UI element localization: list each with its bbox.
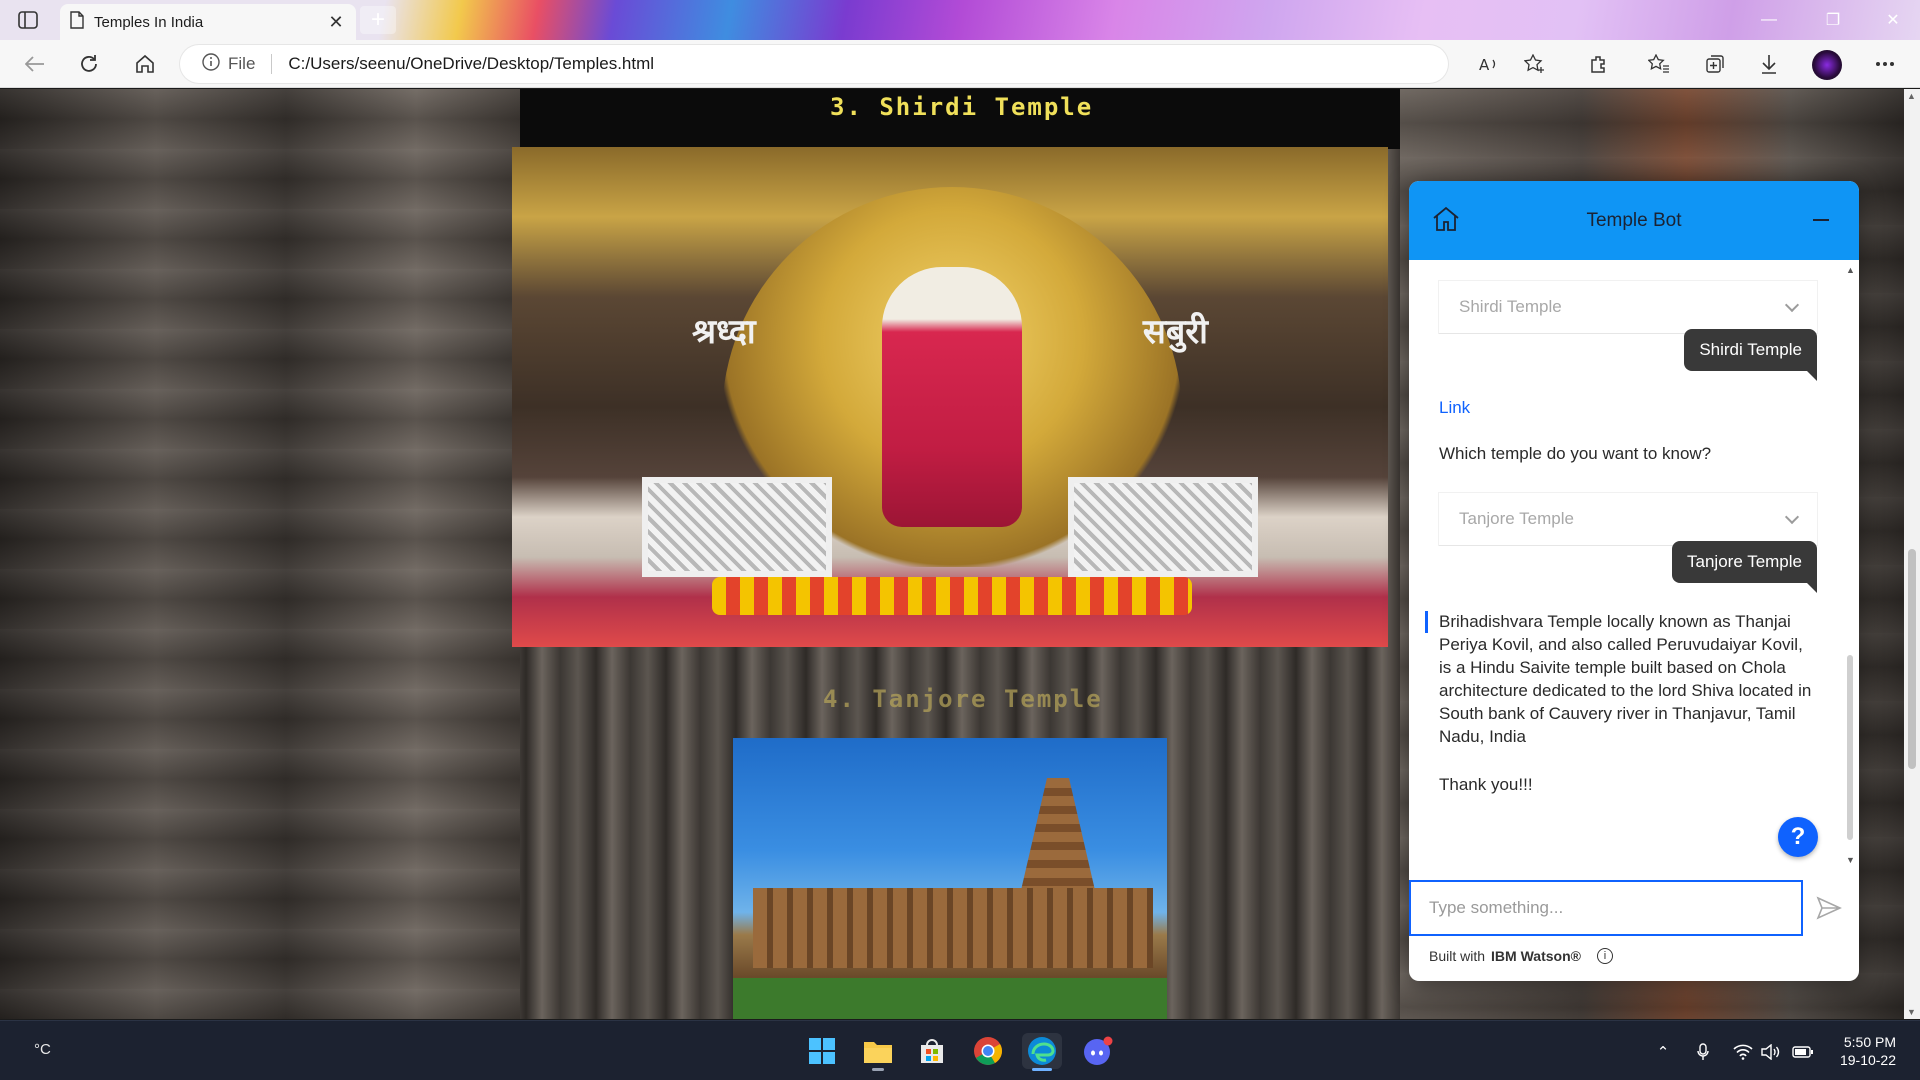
- close-window-button[interactable]: ✕: [1870, 0, 1916, 40]
- chat-scroll-thumb[interactable]: [1847, 655, 1853, 840]
- dropdown-value: Tanjore Temple: [1459, 509, 1574, 528]
- clock-date: 19-10-22: [1839, 1052, 1896, 1068]
- bot-message-indicator: [1425, 611, 1428, 633]
- address-url[interactable]: C:/Users/seenu/OneDrive/Desktop/Temples.…: [288, 54, 654, 74]
- scroll-up-icon[interactable]: ▲: [1907, 91, 1916, 101]
- temple-dropdown-2[interactable]: Tanjore Temple: [1439, 493, 1817, 545]
- shirdi-banner-right: सबुरी: [1142, 313, 1208, 351]
- chat-messages[interactable]: Shirdi Temple Shirdi Temple Link Which t…: [1409, 260, 1859, 861]
- refresh-icon[interactable]: [72, 48, 106, 80]
- downloads-icon[interactable]: [1754, 49, 1784, 79]
- weather-widget[interactable]: °C: [34, 1041, 51, 1058]
- more-menu-icon[interactable]: [1870, 49, 1900, 79]
- chevron-down-icon: [1784, 297, 1800, 313]
- chat-scroll-up-icon[interactable]: ▲: [1846, 265, 1855, 275]
- taskbar: °C ⌃ 5:50 PM 19-10-22: [0, 1020, 1920, 1080]
- shirdi-idol: [882, 267, 1022, 527]
- chat-footer: Built with IBM Watson® i: [1429, 948, 1613, 964]
- tanjore-base: [753, 888, 1153, 968]
- page-icon: [70, 10, 84, 34]
- temple-dropdown-1[interactable]: Shirdi Temple: [1439, 281, 1817, 333]
- bot-thanks: Thank you!!!: [1439, 775, 1533, 794]
- shirdi-banner-left: श्रध्दा: [692, 313, 756, 351]
- clock-time: 5:50 PM: [1843, 1034, 1896, 1050]
- running-indicator: [872, 1068, 884, 1071]
- footer-brand: IBM Watson®: [1491, 948, 1581, 964]
- info-icon[interactable]: i: [1596, 948, 1613, 964]
- tab-close-icon[interactable]: ✕: [326, 12, 346, 33]
- store-icon[interactable]: [912, 1033, 952, 1069]
- tanjore-temple-image: [733, 738, 1167, 1019]
- volume-icon[interactable]: [1758, 1039, 1784, 1065]
- send-icon[interactable]: [1816, 895, 1844, 923]
- chat-scroll-down-icon[interactable]: ▼: [1846, 855, 1855, 865]
- bot-question: Which temple do you want to know?: [1439, 444, 1712, 463]
- user-message: Tanjore Temple: [1672, 541, 1817, 593]
- bot-link[interactable]: Link: [1439, 398, 1470, 418]
- minimize-window-button[interactable]: —: [1746, 0, 1792, 40]
- shirdi-garland: [712, 577, 1192, 615]
- home-icon[interactable]: [128, 48, 162, 80]
- footer-prefix: Built with: [1429, 948, 1486, 964]
- system-clock[interactable]: 5:50 PM 19-10-22: [1840, 1033, 1896, 1069]
- new-tab-button[interactable]: +: [360, 6, 396, 34]
- shirdi-railing-right: [1068, 477, 1258, 577]
- scroll-down-icon[interactable]: ▼: [1907, 1007, 1916, 1017]
- browser-title-bar: Temples In India ✕ + — ❐ ✕: [0, 0, 1920, 40]
- tanjore-lawn: [733, 978, 1167, 1019]
- back-icon[interactable]: [18, 48, 52, 80]
- shirdi-railing-left: [642, 477, 832, 577]
- help-button[interactable]: ?: [1778, 817, 1818, 857]
- address-scheme-label: File: [228, 54, 256, 73]
- profile-avatar[interactable]: [1812, 50, 1842, 80]
- user-message: Shirdi Temple: [1684, 329, 1817, 381]
- collections-icon[interactable]: [1700, 49, 1730, 79]
- shirdi-temple-image: श्रध्दा सबुरी: [512, 147, 1388, 647]
- microphone-icon[interactable]: [1690, 1039, 1716, 1065]
- page-scrollbar[interactable]: ▲ ▼: [1904, 89, 1920, 1019]
- browser-tab[interactable]: Temples In India ✕: [60, 4, 356, 40]
- chevron-down-icon: [1784, 509, 1800, 525]
- dropdown-value: Shirdi Temple: [1459, 297, 1562, 316]
- active-indicator: [1032, 1068, 1052, 1071]
- favorites-icon[interactable]: [1644, 49, 1674, 79]
- tab-actions-icon[interactable]: [14, 8, 42, 32]
- address-divider: [271, 54, 273, 74]
- bot-answer: Brihadishvara Temple locally known as Th…: [1439, 612, 1812, 746]
- wifi-icon[interactable]: [1730, 1039, 1756, 1065]
- svg-text:A: A: [1479, 56, 1490, 73]
- read-aloud-icon[interactable]: A: [1474, 49, 1504, 79]
- temple-background-left: [0, 89, 520, 1019]
- info-icon[interactable]: [202, 52, 220, 76]
- chat-input[interactable]: [1429, 898, 1783, 918]
- chat-home-icon[interactable]: [1431, 205, 1463, 237]
- chat-input-box[interactable]: [1409, 880, 1803, 936]
- chrome-icon[interactable]: [968, 1033, 1008, 1069]
- add-favorite-icon[interactable]: [1520, 49, 1550, 79]
- chat-scrollbar[interactable]: ▲ ▼: [1845, 265, 1855, 865]
- chat-widget: Temple Bot Shirdi Temple Shirdi Temple L…: [1409, 181, 1859, 981]
- battery-icon[interactable]: [1790, 1039, 1816, 1065]
- edge-icon[interactable]: [1022, 1033, 1062, 1071]
- tab-title: Temples In India: [94, 13, 204, 31]
- start-icon[interactable]: [802, 1033, 842, 1069]
- address-bar[interactable]: File C:/Users/seenu/OneDrive/Desktop/Tem…: [180, 45, 1448, 83]
- show-hidden-icons-icon[interactable]: ⌃: [1650, 1039, 1676, 1065]
- chat-title: Temple Bot: [1586, 209, 1682, 231]
- shirdi-heading: 3. Shirdi Temple: [830, 93, 1094, 121]
- tanjore-heading: 4. Tanjore Temple: [823, 685, 1103, 713]
- discord-icon[interactable]: [1078, 1033, 1118, 1069]
- page-scroll-thumb[interactable]: [1908, 549, 1916, 769]
- restore-window-button[interactable]: ❐: [1810, 0, 1856, 40]
- chat-minimize-icon[interactable]: [1813, 219, 1829, 221]
- file-explorer-icon[interactable]: [858, 1033, 898, 1071]
- browser-toolbar: File C:/Users/seenu/OneDrive/Desktop/Tem…: [0, 40, 1920, 88]
- extensions-icon[interactable]: [1584, 49, 1614, 79]
- chat-header: Temple Bot: [1409, 181, 1859, 260]
